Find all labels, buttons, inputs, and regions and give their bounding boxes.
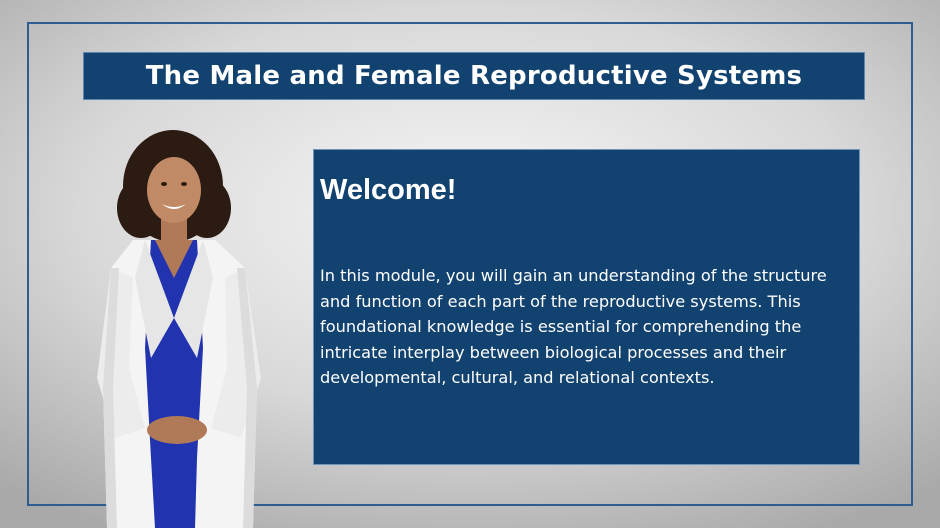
welcome-panel: Welcome! In this module, you will gain a… (313, 149, 860, 465)
presenter-image (97, 130, 261, 528)
welcome-body-text: In this module, you will gain an underst… (320, 266, 827, 388)
title-banner: The Male and Female Reproductive Systems (83, 52, 865, 100)
welcome-heading: Welcome! (320, 174, 457, 206)
slide-title: The Male and Female Reproductive Systems (145, 61, 803, 91)
